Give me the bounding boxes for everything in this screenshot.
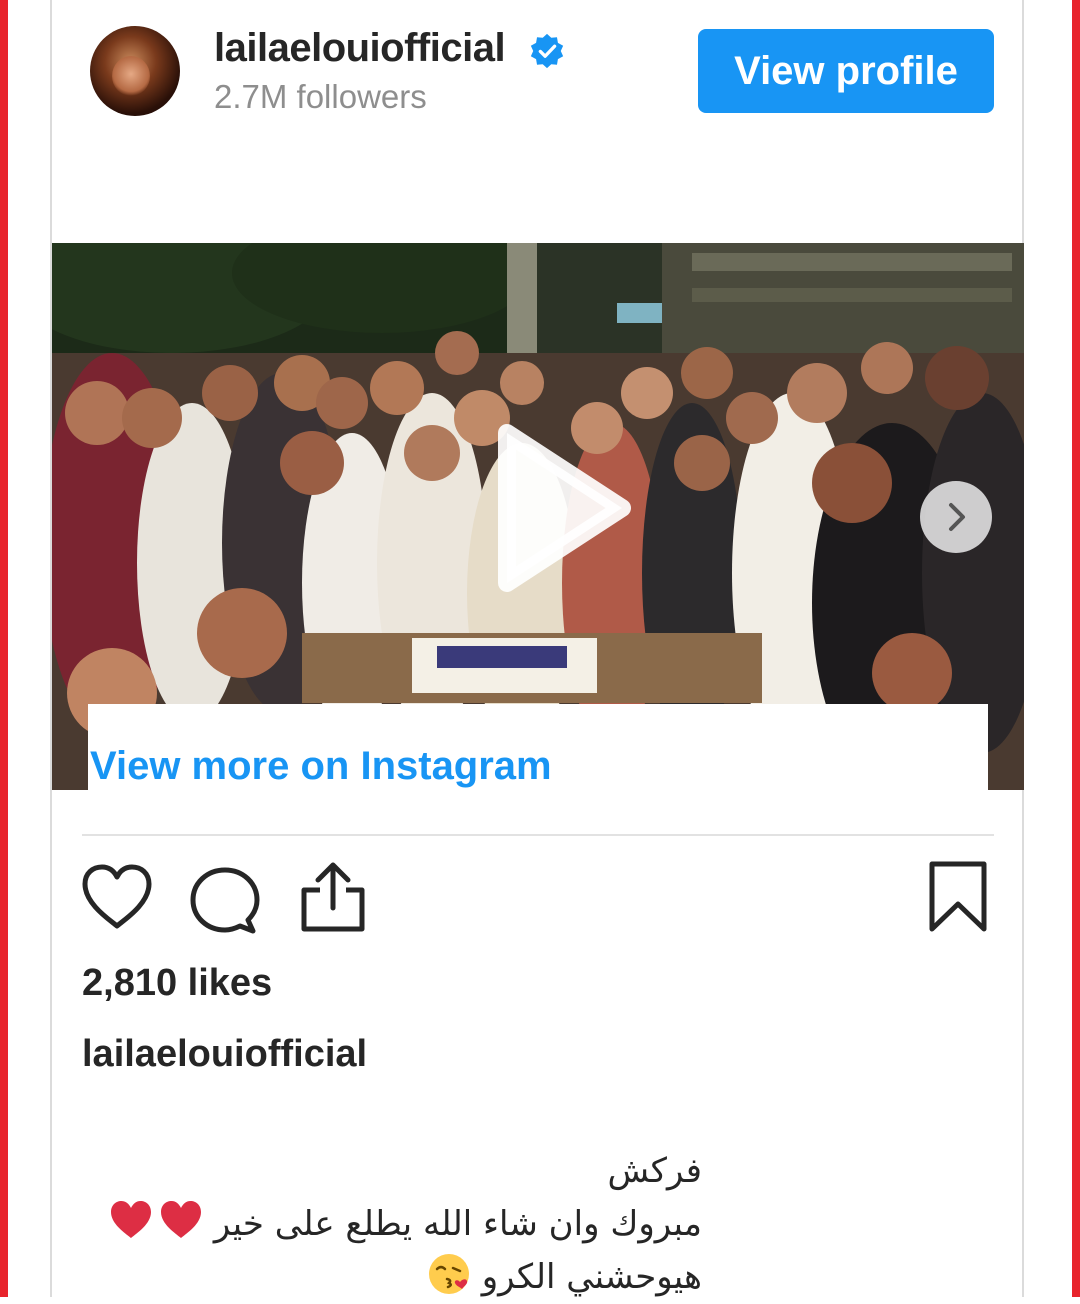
post-media[interactable]: View more on Instagram	[52, 243, 1024, 790]
caption-line-3: هيوحشني الكرو	[82, 1251, 702, 1304]
chevron-right-icon	[949, 503, 965, 531]
post-caption: فركش مبروك وان شاء الله يطلع على خير هيو…	[82, 1145, 702, 1304]
avatar[interactable]	[90, 26, 180, 116]
play-icon[interactable]	[452, 408, 652, 608]
instagram-embed-card: lailaelouiofficial 2.7M followers View p…	[50, 0, 1024, 1297]
share-icon[interactable]	[298, 860, 368, 934]
caption-username[interactable]: lailaelouiofficial	[82, 1033, 367, 1076]
page-border-right	[1072, 0, 1080, 1297]
caption-line-3-text: هيوحشني الكرو	[481, 1257, 702, 1297]
next-slide-button[interactable]	[920, 481, 992, 553]
caption-line-2: مبروك وان شاء الله يطلع على خير	[82, 1198, 702, 1251]
profile-username[interactable]: lailaelouiofficial	[214, 26, 506, 71]
red-heart-emoji-icon	[161, 1201, 202, 1238]
comment-icon[interactable]	[190, 866, 260, 936]
likes-count[interactable]: 2,810 likes	[82, 962, 272, 1005]
bookmark-icon[interactable]	[928, 860, 988, 934]
verified-badge-icon	[530, 33, 564, 69]
view-more-link[interactable]: View more on Instagram	[90, 744, 552, 789]
heart-icon[interactable]	[80, 862, 154, 932]
page-border-left	[0, 0, 8, 1297]
view-more-bar: View more on Instagram	[88, 704, 988, 790]
face-blowing-kiss-emoji-icon	[428, 1254, 469, 1294]
view-profile-button[interactable]: View profile	[698, 29, 994, 113]
divider	[82, 834, 994, 836]
caption-line-2-text: مبروك وان شاء الله يطلع على خير	[213, 1204, 702, 1244]
red-heart-emoji-icon	[111, 1201, 152, 1238]
caption-line-1: فركش	[607, 1151, 702, 1191]
followers-count: 2.7M followers	[214, 78, 427, 115]
